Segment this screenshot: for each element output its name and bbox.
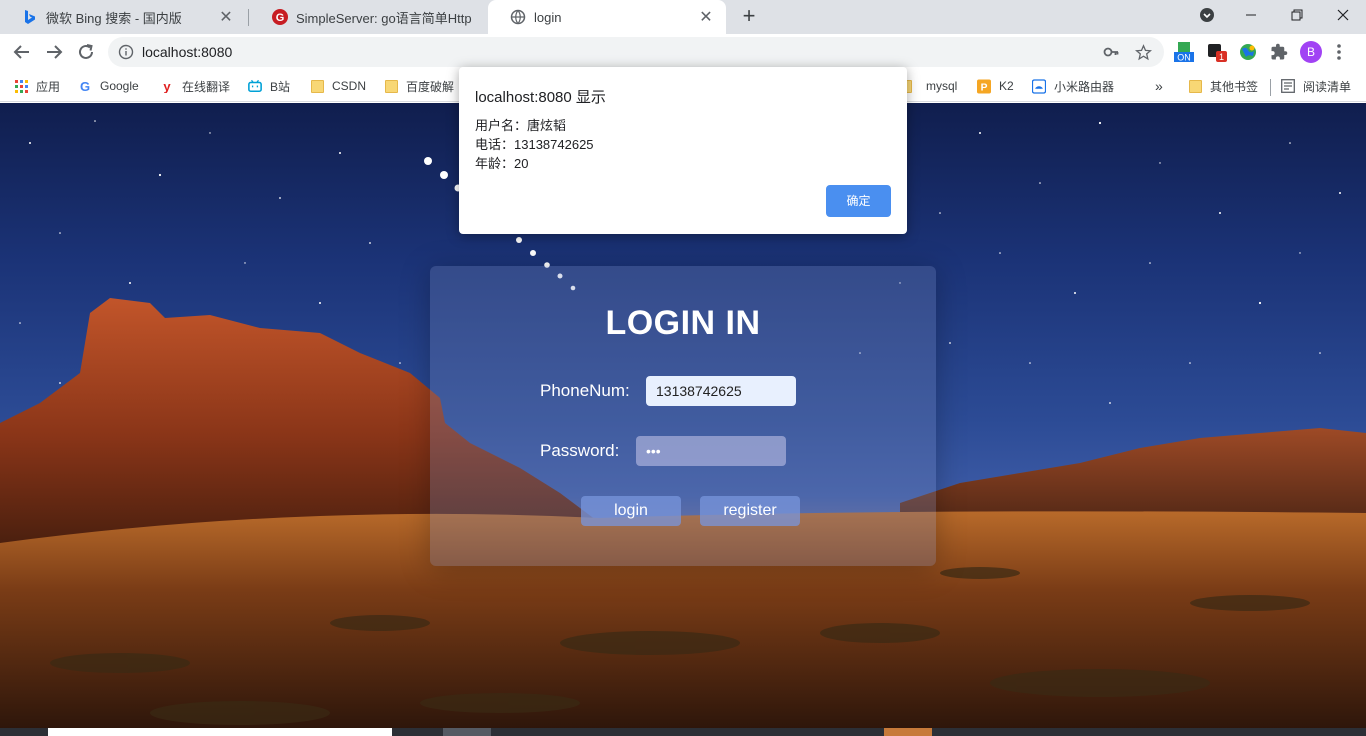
- browser-toolbar: localhost:8080 ON 1 B: [0, 34, 1366, 70]
- folder-icon: [1188, 79, 1202, 93]
- extension-on-button[interactable]: ON: [1173, 41, 1195, 63]
- svg-text:G: G: [80, 79, 90, 93]
- taskbar-search-box[interactable]: [48, 728, 392, 736]
- bilibili-icon: [248, 79, 262, 93]
- bookmark-bilibili[interactable]: B站: [248, 76, 290, 96]
- login-card: LOGIN IN PhoneNum: Password: login regis…: [430, 266, 936, 566]
- tab-login[interactable]: login ✕: [488, 0, 726, 34]
- close-tab-icon[interactable]: ✕: [698, 7, 714, 27]
- phone-label: PhoneNum:: [540, 381, 630, 400]
- taskbar-app[interactable]: [443, 728, 491, 736]
- extension-on-icon: ON: [1174, 42, 1194, 63]
- reload-icon: [79, 44, 93, 59]
- url-text[interactable]: localhost:8080: [142, 44, 232, 60]
- bookmark-mysql[interactable]: mysql: [906, 76, 957, 96]
- site-info-icon[interactable]: [118, 44, 134, 65]
- register-button[interactable]: register: [700, 496, 800, 526]
- browser-menu-button[interactable]: [1328, 41, 1350, 63]
- taskbar-app-active[interactable]: [884, 728, 932, 736]
- tab-divider: [248, 9, 249, 26]
- back-button[interactable]: [10, 40, 34, 64]
- forward-button[interactable]: [42, 40, 66, 64]
- apps-grid-icon: [14, 79, 28, 93]
- dialog-phone-line: 电话：13138742625: [475, 137, 594, 152]
- bookmark-divider: [1270, 79, 1271, 96]
- bookmark-google[interactable]: G Google: [78, 76, 139, 96]
- close-tab-icon[interactable]: ✕: [218, 7, 234, 27]
- login-button[interactable]: login: [581, 496, 681, 526]
- earth-icon: [1240, 44, 1256, 60]
- extension-notifier-button[interactable]: 1: [1206, 41, 1228, 63]
- alert-dialog: localhost:8080 显示 用户名：唐炫韬 电话：13138742625…: [459, 67, 907, 234]
- reading-list-icon: [1281, 79, 1295, 93]
- password-input[interactable]: [636, 436, 786, 466]
- os-taskbar: [0, 728, 1366, 736]
- gitee-icon: G: [272, 9, 288, 25]
- svg-text:P: P: [981, 82, 988, 93]
- chevron-down-circle-icon: [1200, 8, 1214, 22]
- bookmark-translate[interactable]: y 在线翻译: [160, 76, 230, 96]
- svg-text:ON: ON: [1177, 53, 1191, 63]
- key-icon[interactable]: [1103, 44, 1119, 65]
- restore-icon: [1291, 9, 1303, 21]
- tab-simpleserver[interactable]: G SimpleServer: go语言简单Http: [250, 0, 486, 34]
- reload-button[interactable]: [74, 40, 98, 64]
- avatar: B: [1300, 41, 1322, 63]
- reading-list-button[interactable]: 阅读清单: [1281, 76, 1351, 96]
- svg-text:G: G: [276, 12, 285, 24]
- svg-text:1: 1: [1219, 52, 1224, 62]
- minimize-icon: [1246, 14, 1256, 16]
- phone-input[interactable]: [646, 376, 796, 406]
- extension-globe-button[interactable]: [1237, 41, 1259, 63]
- dialog-age-line: 年龄：20: [475, 156, 529, 171]
- router-icon: [1032, 78, 1046, 94]
- forward-arrow-icon: [47, 45, 63, 59]
- bookmark-k2[interactable]: P K2: [977, 76, 1014, 96]
- tab-search-button[interactable]: [1184, 0, 1230, 30]
- bookmark-xiaomi-router[interactable]: 小米路由器: [1032, 76, 1114, 96]
- globe-icon: [510, 9, 526, 25]
- close-icon: [1337, 9, 1349, 21]
- dialog-title: localhost:8080 显示: [475, 89, 606, 106]
- extensions-menu-button[interactable]: [1268, 41, 1290, 63]
- address-bar[interactable]: localhost:8080: [108, 37, 1164, 67]
- new-tab-button[interactable]: +: [738, 5, 760, 27]
- restore-button[interactable]: [1274, 0, 1320, 30]
- back-arrow-icon: [13, 45, 29, 59]
- folder-icon: [384, 79, 398, 93]
- bookmark-apps[interactable]: 应用: [14, 76, 60, 96]
- profile-button[interactable]: B: [1300, 41, 1322, 63]
- bookmark-other[interactable]: 其他书签: [1188, 76, 1258, 96]
- notification-badge-icon: 1: [1208, 44, 1227, 62]
- bing-icon: [22, 9, 38, 25]
- google-icon: G: [78, 79, 92, 93]
- youdao-icon: y: [160, 79, 174, 93]
- folder-icon: [310, 79, 324, 93]
- password-label: Password:: [540, 441, 620, 460]
- star-bookmark-icon[interactable]: [1134, 44, 1153, 66]
- close-window-button[interactable]: [1320, 0, 1366, 30]
- double-chevron-right-icon: »: [1155, 78, 1163, 94]
- bookmark-csdn[interactable]: CSDN: [310, 76, 366, 96]
- puzzle-icon: [1271, 43, 1288, 60]
- tab-bing[interactable]: 微软 Bing 搜索 - 国内版 ✕: [0, 0, 246, 34]
- svg-text:y: y: [163, 79, 171, 93]
- minimize-button[interactable]: [1228, 0, 1274, 30]
- dialog-ok-button[interactable]: 确定: [826, 185, 891, 217]
- tab-strip: 微软 Bing 搜索 - 国内版 ✕ G SimpleServer: go语言简…: [0, 0, 1366, 34]
- more-bookmarks-button[interactable]: »: [1155, 76, 1163, 96]
- login-title: LOGIN IN: [605, 304, 761, 342]
- kebab-menu-icon: [1337, 44, 1341, 60]
- bookmark-baidu-crack[interactable]: 百度破解: [384, 76, 454, 96]
- k2-icon: P: [977, 79, 991, 93]
- dialog-username-line: 用户名：唐炫韬: [475, 118, 567, 133]
